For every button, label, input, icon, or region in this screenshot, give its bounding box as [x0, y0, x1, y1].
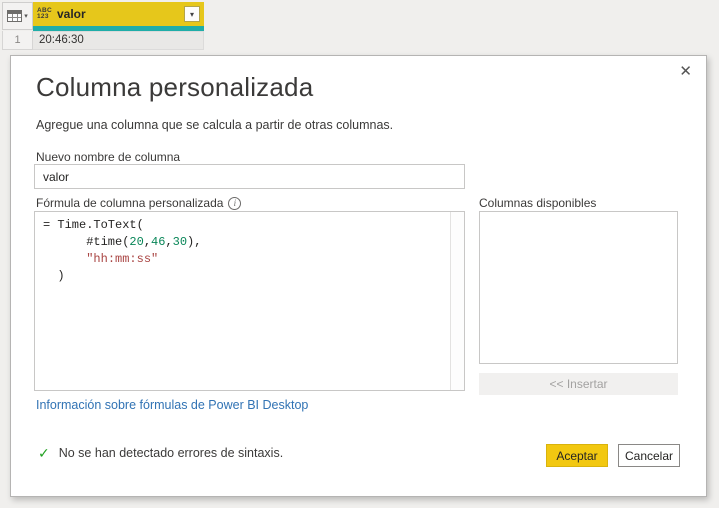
formula-code[interactable]: = Time.ToText( #time(20,46,30), "hh:mm:s… [35, 212, 449, 390]
dialog-title: Columna personalizada [36, 72, 314, 102]
formula-editor[interactable]: = Time.ToText( #time(20,46,30), "hh:mm:s… [34, 211, 465, 391]
data-type-any-icon: ABC 123 [37, 6, 52, 20]
table-icon [7, 10, 23, 22]
custom-column-dialog: ✕ Columna personalizada Agregue una colu… [10, 55, 707, 497]
syntax-status-text: No se han detectado errores de sintaxis. [58, 446, 284, 460]
syntax-status: ✓ No se han detectado errores de sintaxi… [38, 446, 283, 460]
dialog-subtitle: Agregue una columna que se calcula a par… [36, 118, 394, 132]
insert-column-button[interactable]: << Insertar [479, 373, 678, 395]
checkmark-icon: ✓ [38, 445, 50, 461]
column-header-valor[interactable]: ABC 123 valor ▾ [33, 2, 204, 26]
formula-editor-scrollbar[interactable] [450, 212, 464, 390]
formula-label: Fórmula de columna personalizada [36, 196, 224, 210]
formula-label-row: Fórmula de columna personalizada i [36, 196, 242, 210]
new-column-name-label: Nuevo nombre de columna [36, 150, 181, 164]
info-icon[interactable]: i [228, 196, 242, 210]
table-menu-button[interactable]: ▾ [2, 2, 33, 30]
available-columns-label: Columnas disponibles [479, 196, 597, 210]
table-cell-value[interactable]: 20:46:30 [33, 31, 204, 50]
column-filter-button[interactable]: ▾ [184, 6, 200, 22]
chevron-down-icon: ▾ [24, 12, 28, 20]
formula-help-link[interactable]: Información sobre fórmulas de Power BI D… [36, 398, 308, 412]
available-columns-listbox[interactable] [479, 211, 678, 364]
new-column-name-input[interactable] [34, 164, 465, 189]
row-number[interactable]: 1 [2, 31, 33, 50]
accept-button[interactable]: Aceptar [546, 444, 608, 467]
cancel-button[interactable]: Cancelar [618, 444, 680, 467]
column-header-label: valor [56, 7, 86, 21]
close-icon[interactable]: ✕ [679, 64, 692, 79]
filter-dropdown-icon: ▾ [189, 9, 194, 19]
power-query-window: ▾ ABC 123 valor ▾ 1 20:46:30 ✕ Columna p… [0, 0, 719, 508]
